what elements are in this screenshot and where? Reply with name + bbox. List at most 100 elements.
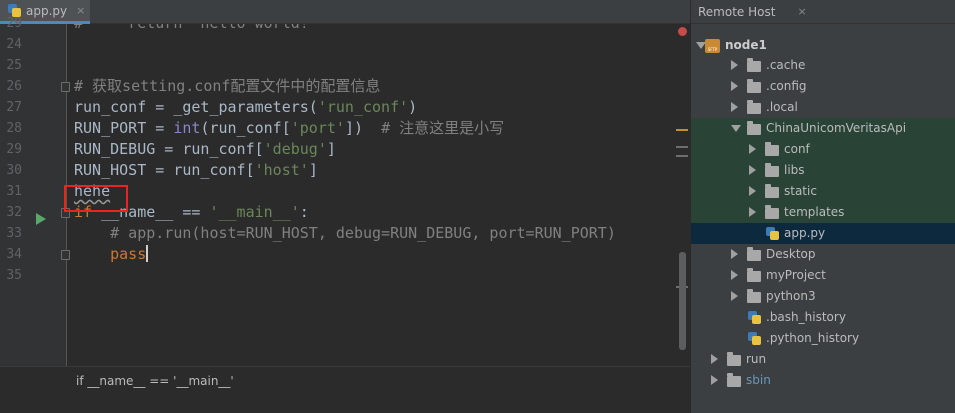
folder-icon: [747, 58, 761, 72]
tree-item-python3[interactable]: python3: [691, 286, 955, 307]
tree-root-node1[interactable]: node1: [725, 38, 767, 52]
code-token: # return "hello world!": [74, 24, 318, 32]
code-token: (run_conf[: [200, 119, 291, 137]
chevron-right-icon[interactable]: [731, 102, 738, 112]
chevron-right-icon[interactable]: [749, 186, 756, 196]
folder-icon: [747, 289, 761, 303]
tree-item-python-history[interactable]: .python_history: [691, 328, 955, 349]
line-number: 34: [6, 247, 22, 262]
tree-item-label: .cache: [766, 58, 806, 72]
chevron-right-icon[interactable]: [711, 354, 718, 364]
folder-icon: [747, 268, 761, 282]
remote-host-header: Remote Host ×: [691, 0, 955, 24]
tree-item-conf[interactable]: conf: [691, 139, 955, 160]
tree-item-run[interactable]: run: [691, 349, 955, 370]
chevron-right-icon[interactable]: [749, 207, 756, 217]
vertical-scrollbar[interactable]: [679, 252, 686, 350]
tree-item-static[interactable]: static: [691, 181, 955, 202]
code-token: 'run_conf': [317, 98, 409, 116]
line-number: 33: [6, 226, 22, 241]
python-file-icon: [748, 332, 761, 345]
tree-item-bash-history[interactable]: .bash_history: [691, 307, 955, 328]
tree-item-label: sbin: [746, 373, 771, 387]
error-indicator-icon[interactable]: [678, 27, 687, 36]
code-token: int: [173, 119, 201, 137]
line-number: 24: [6, 37, 22, 52]
tree-item-label: static: [784, 184, 817, 198]
tree-item-label: python3: [766, 289, 816, 303]
code-editor[interactable]: app.py × 29 24 25 26 27 28 29 30 31 32 33 34 35 # re…: [0, 0, 690, 413]
info-stripe[interactable]: [676, 155, 688, 157]
tree-item-cache[interactable]: .cache: [691, 55, 955, 76]
line-number: 32: [6, 205, 22, 220]
tree-item-templates[interactable]: templates: [691, 202, 955, 223]
code-token: ]: [308, 161, 318, 179]
folder-icon: [727, 352, 741, 366]
folder-icon: [747, 79, 761, 93]
code-token: 'host': [254, 161, 309, 179]
folder-icon: [747, 121, 761, 135]
chevron-right-icon[interactable]: [731, 291, 738, 301]
code-line[interactable]: # return "hello world!": [74, 24, 318, 34]
code-line[interactable]: pass: [74, 244, 149, 265]
warning-stripe[interactable]: [676, 129, 688, 131]
tree-item-label: .local: [766, 100, 798, 114]
code-token: ]: [326, 140, 336, 158]
tree-item-desktop[interactable]: Desktop: [691, 244, 955, 265]
tree-item-myproject[interactable]: myProject: [691, 265, 955, 286]
code-token: RUN_PORT =: [74, 119, 174, 137]
folder-icon: [747, 100, 761, 114]
tree-item-label: .bash_history: [766, 310, 846, 324]
line-number: 29: [6, 16, 22, 31]
chevron-right-icon[interactable]: [731, 270, 738, 280]
tree-item-label: Desktop: [766, 247, 816, 261]
tree-item-label: libs: [784, 163, 805, 177]
folder-icon: [765, 142, 779, 156]
close-icon[interactable]: ×: [76, 4, 85, 17]
code-line[interactable]: RUN_PORT = int(run_conf['port']) # 注意这里是…: [74, 118, 504, 139]
chevron-right-icon[interactable]: [749, 165, 756, 175]
chevron-right-icon[interactable]: [731, 249, 738, 259]
breadcrumb[interactable]: if __name__ == '__main__': [76, 374, 234, 388]
remote-host-panel[interactable]: Remote Host × node1 .cache .config .local C…: [690, 0, 955, 413]
chevron-right-icon[interactable]: [749, 144, 756, 154]
run-icon[interactable]: [36, 213, 46, 225]
code-token: RUN_DEBUG = run_conf[: [74, 140, 264, 158]
chevron-right-icon[interactable]: [711, 375, 718, 385]
editor-breadcrumb-bar: if __name__ == '__main__': [0, 366, 690, 413]
python-file-icon: [766, 227, 779, 240]
tree-item-label: run: [746, 352, 767, 366]
code-token: :: [299, 203, 309, 221]
folder-icon: [765, 205, 779, 219]
code-token: 'port': [290, 119, 345, 137]
code-line[interactable]: # app.run(host=RUN_HOST, debug=RUN_DEBUG…: [74, 223, 616, 244]
code-line[interactable]: run_conf = _get_parameters('run_conf'): [74, 97, 417, 118]
info-stripe[interactable]: [676, 146, 688, 148]
tree-item-local[interactable]: .local: [691, 97, 955, 118]
code-token: pass: [74, 245, 147, 263]
line-number: 30: [6, 163, 22, 178]
code-token: ): [408, 98, 418, 116]
close-icon[interactable]: ×: [797, 5, 806, 18]
line-number-gutter[interactable]: 29 24 25 26 27 28 29 30 31 32 33 34 35: [0, 16, 66, 366]
chevron-right-icon[interactable]: [731, 81, 738, 91]
code-line[interactable]: RUN_HOST = run_conf['host']: [74, 160, 318, 181]
code-line[interactable]: # 获取setting.conf配置文件中的配置信息: [74, 76, 380, 97]
tree-item-label: ChinaUnicomVeritasApi: [766, 121, 907, 135]
chevron-right-icon[interactable]: [731, 60, 738, 70]
tree-item-config[interactable]: .config: [691, 76, 955, 97]
chevron-down-icon[interactable]: [731, 125, 741, 132]
code-area[interactable]: # return "hello world!" # 获取setting.conf配…: [74, 24, 680, 366]
tree-item-sbin[interactable]: sbin: [691, 370, 955, 391]
tree-item-libs[interactable]: libs: [691, 160, 955, 181]
fold-marker-icon[interactable]: [61, 82, 70, 92]
code-token: ]): [344, 119, 382, 137]
remote-host-title[interactable]: Remote Host: [698, 5, 775, 19]
folder-icon: [765, 184, 779, 198]
tree-item-chinaunicomveritasapi[interactable]: ChinaUnicomVeritasApi: [691, 118, 955, 139]
code-token: RUN_HOST = run_conf[: [74, 161, 255, 179]
fold-marker-icon[interactable]: [61, 250, 70, 260]
tree-item-app-py[interactable]: app.py: [691, 223, 955, 244]
code-line[interactable]: RUN_DEBUG = run_conf['debug']: [74, 139, 336, 160]
tree-item-label: myProject: [766, 268, 826, 282]
